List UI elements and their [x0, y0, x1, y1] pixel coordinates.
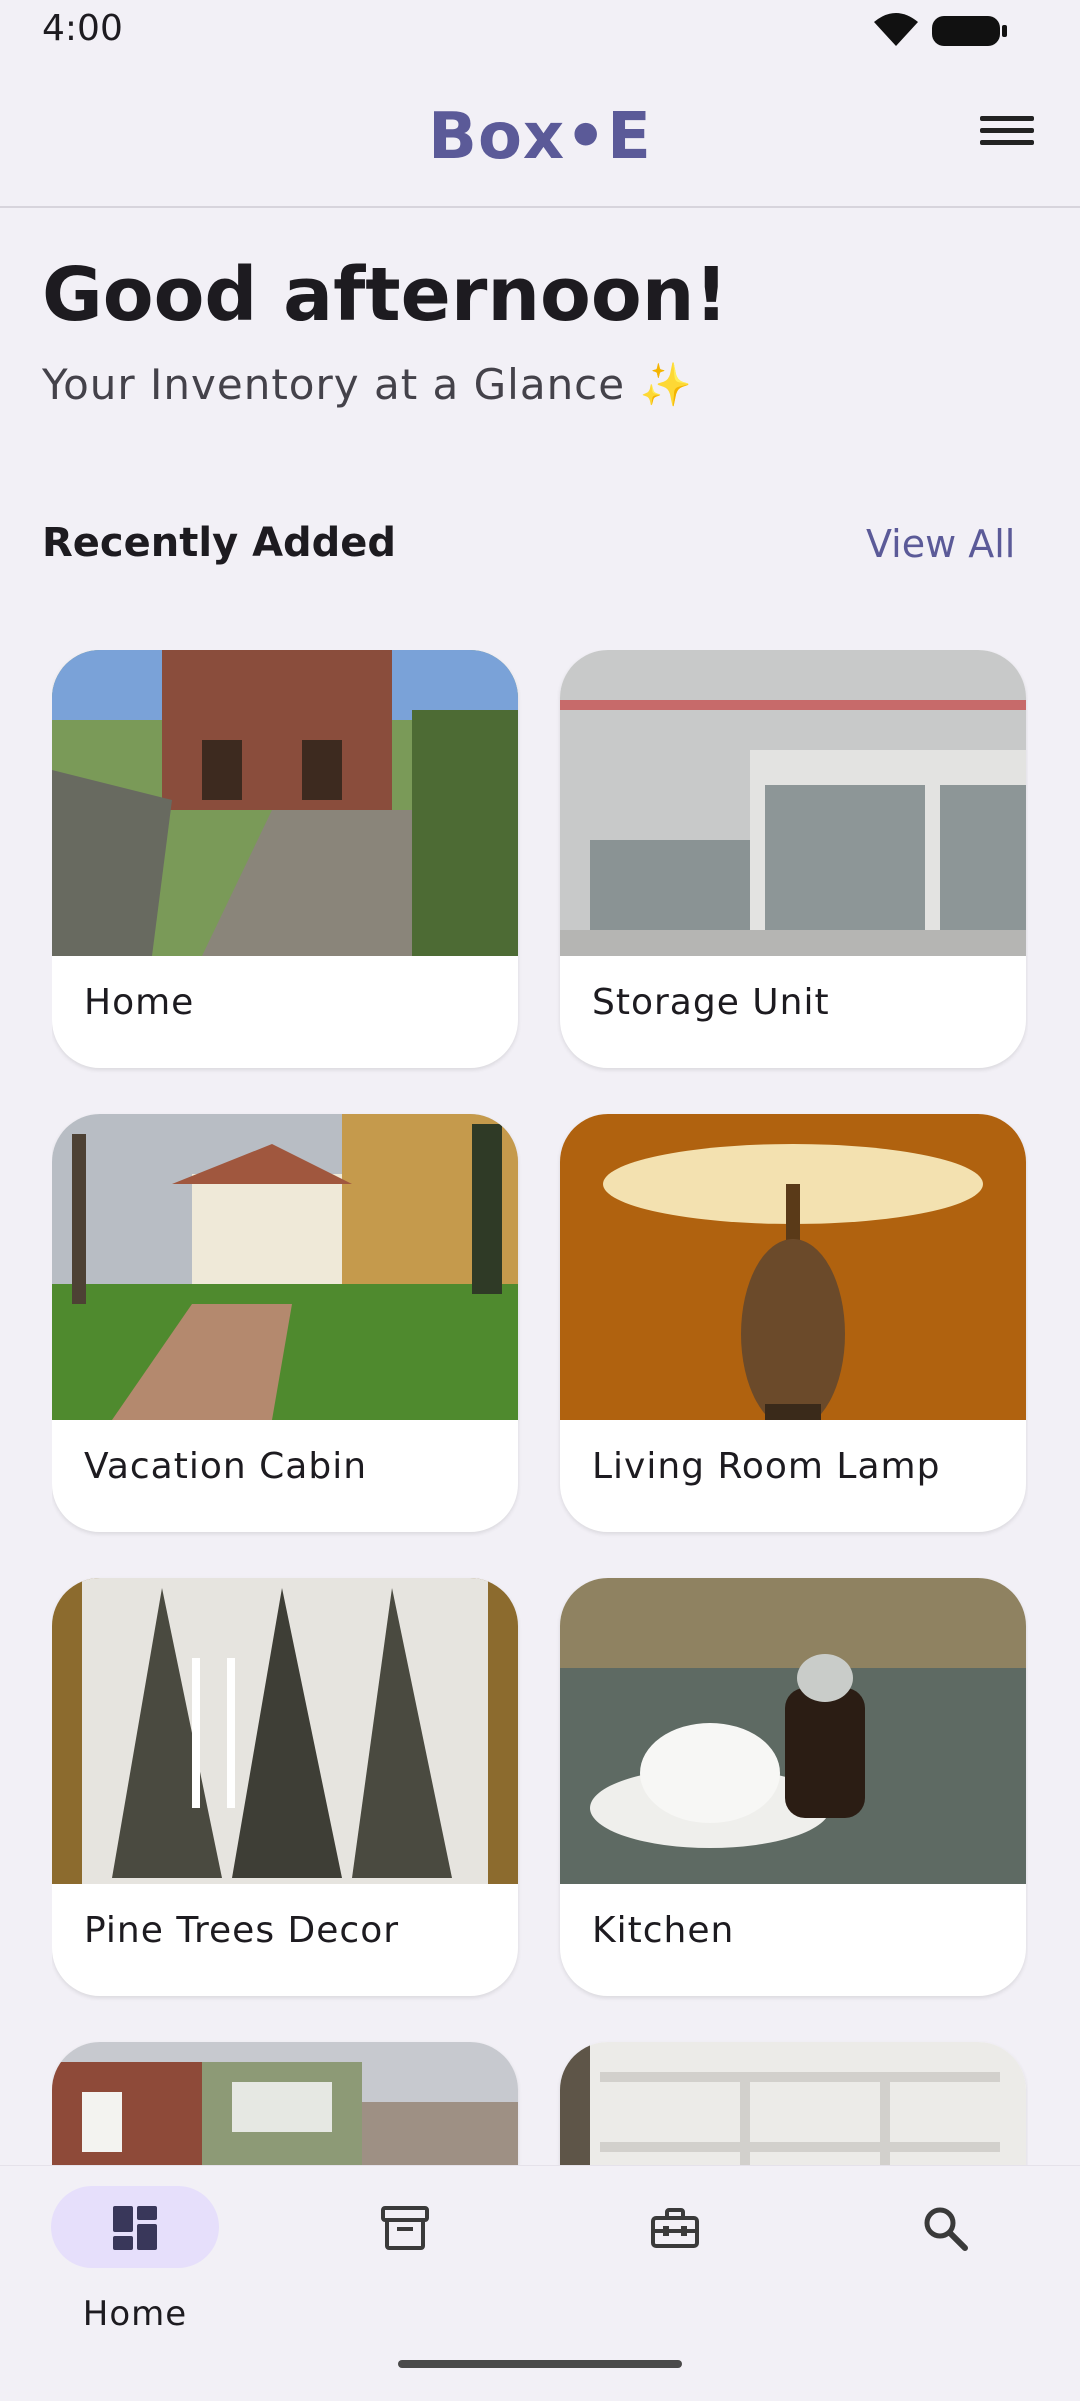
- card-label: Storage Unit: [592, 982, 830, 1023]
- card-label: Living Room Lamp: [592, 1446, 941, 1487]
- card-image-houses: [52, 2042, 518, 2165]
- item-card-bookshelf[interactable]: [560, 2042, 1026, 2165]
- nav-label-home: Home: [82, 2294, 188, 2334]
- menu-button[interactable]: [980, 110, 1034, 156]
- view-all-link[interactable]: View All: [866, 522, 1015, 566]
- battery-icon: [932, 16, 1007, 46]
- status-bar: 4:00: [0, 0, 1080, 64]
- item-card-pine-trees-decor[interactable]: Pine Trees Decor: [52, 1578, 518, 1996]
- item-card-kitchen[interactable]: Kitchen: [560, 1578, 1026, 1996]
- item-card-vacation-cabin[interactable]: Vacation Cabin: [52, 1114, 518, 1532]
- search-icon: [924, 2207, 968, 2251]
- card-label: Home: [84, 982, 195, 1023]
- menu-icon-line: [980, 116, 1034, 121]
- card-image-pine-trees-decor: [52, 1578, 518, 1884]
- section-title: Recently Added: [42, 520, 397, 566]
- gesture-handle[interactable]: [398, 2360, 682, 2368]
- card-label: Pine Trees Decor: [84, 1910, 400, 1951]
- recent-items-grid: Home Storage Unit Vacation Cabin Living …: [52, 650, 1028, 2165]
- card-image-bookshelf: [560, 2042, 1026, 2165]
- wifi-icon: [874, 13, 918, 46]
- nav-item-search[interactable]: [845, 2186, 1045, 2336]
- nav-item-archive[interactable]: [305, 2186, 505, 2336]
- greeting-subtitle: Your Inventory at a Glance ✨: [42, 360, 693, 409]
- archive-box-icon: [381, 2206, 429, 2250]
- item-card-storage-unit[interactable]: Storage Unit: [560, 650, 1026, 1068]
- nav-item-home[interactable]: Home: [35, 2186, 235, 2336]
- item-card-living-room-lamp[interactable]: Living Room Lamp: [560, 1114, 1026, 1532]
- dashboard-icon: [113, 2206, 157, 2250]
- card-image-living-room-lamp: [560, 1114, 1026, 1420]
- item-card-houses[interactable]: [52, 2042, 518, 2165]
- card-image-storage-unit: [560, 650, 1026, 956]
- status-time: 4:00: [42, 8, 123, 49]
- item-card-home[interactable]: Home: [52, 650, 518, 1068]
- card-label: Kitchen: [592, 1910, 735, 1951]
- toolbox-icon: [651, 2208, 699, 2248]
- card-image-vacation-cabin: [52, 1114, 518, 1420]
- app-title: Box•E: [428, 100, 652, 174]
- greeting-title: Good afternoon!: [42, 252, 729, 338]
- menu-icon-line: [980, 140, 1034, 145]
- card-image-kitchen: [560, 1578, 1026, 1884]
- card-label: Vacation Cabin: [84, 1446, 368, 1487]
- card-image-home: [52, 650, 518, 956]
- nav-item-toolbox[interactable]: [575, 2186, 775, 2336]
- menu-icon-line: [980, 128, 1034, 133]
- app-bar: Box•E: [0, 64, 1080, 208]
